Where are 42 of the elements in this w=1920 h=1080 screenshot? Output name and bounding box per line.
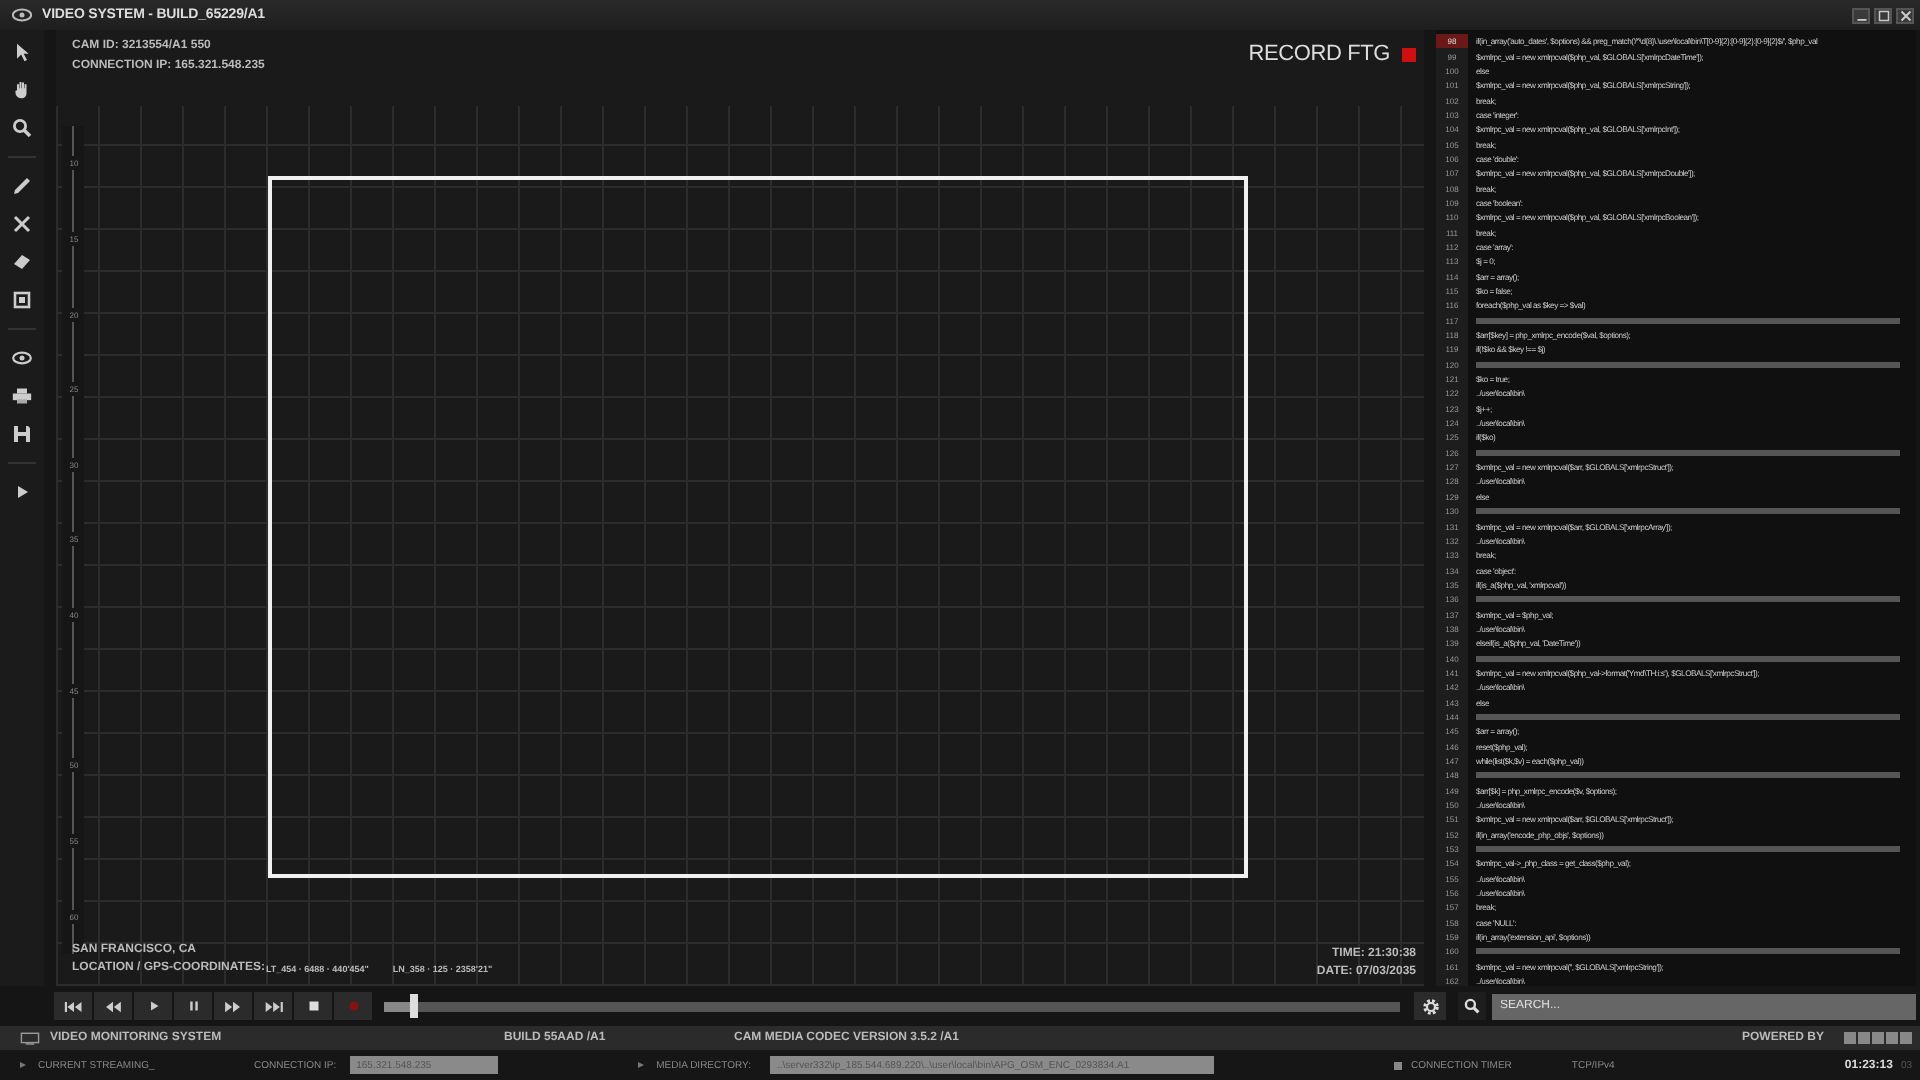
eye-icon (12, 8, 32, 22)
close-button[interactable] (1896, 7, 1914, 23)
fast-forward-button[interactable] (214, 992, 252, 1020)
skip-forward-icon (263, 999, 283, 1013)
stop-icon (307, 1000, 319, 1012)
pause-button[interactable] (174, 992, 212, 1020)
eye-icon[interactable] (12, 348, 32, 368)
close-icon (1899, 9, 1911, 21)
zoom-icon[interactable] (12, 118, 32, 138)
seek-thumb[interactable] (410, 993, 419, 1017)
minimize-button[interactable] (1852, 7, 1870, 23)
skip-forward-button[interactable] (254, 992, 292, 1020)
skip-back-icon (63, 999, 83, 1013)
record-label: RECORD FTG (1248, 42, 1390, 66)
skip-back-button[interactable] (54, 992, 92, 1020)
play-button[interactable] (134, 992, 172, 1020)
maximize-icon (1877, 9, 1889, 21)
eraser-icon[interactable] (12, 252, 32, 272)
square-icon (1394, 1061, 1403, 1069)
play-icon (147, 1000, 159, 1012)
search-button[interactable] (1458, 992, 1486, 1020)
pencil-icon[interactable] (12, 176, 32, 196)
play-icon[interactable] (12, 482, 32, 502)
crop-square-icon[interactable] (12, 290, 32, 310)
rewind-button[interactable] (94, 992, 132, 1020)
settings-button[interactable] (1414, 992, 1446, 1020)
fast-forward-icon (224, 999, 242, 1013)
gear-icon (1421, 997, 1439, 1015)
pointer-icon[interactable] (12, 42, 32, 62)
maximize-button[interactable] (1874, 7, 1892, 23)
record-icon (347, 1000, 359, 1012)
triangle-icon (638, 1062, 645, 1068)
hand-icon[interactable] (12, 80, 32, 100)
printer-icon[interactable] (12, 386, 32, 406)
pause-icon (187, 1000, 199, 1012)
cross-icon[interactable] (12, 214, 32, 234)
logo-badges-drawing (1844, 1032, 1912, 1044)
search-icon (1464, 998, 1480, 1014)
triangle-icon (20, 1062, 26, 1068)
stop-button[interactable] (294, 992, 332, 1020)
rewind-icon (104, 999, 122, 1013)
monitor-icon (20, 1031, 40, 1045)
